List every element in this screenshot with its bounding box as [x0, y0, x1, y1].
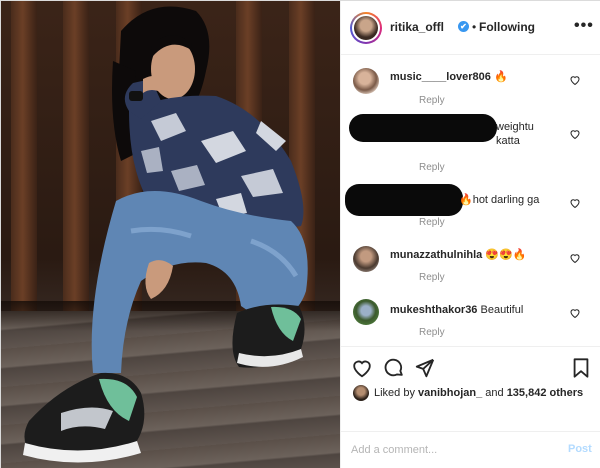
heart-icon[interactable] — [351, 357, 373, 379]
commenter-avatar[interactable] — [353, 246, 379, 272]
comment-like-heart-icon[interactable] — [569, 307, 581, 319]
post-action-bar — [341, 346, 600, 384]
profile-username[interactable]: ritika_offl — [390, 20, 444, 34]
likes-summary: Liked by vanibhojan_ and 135,842 others — [353, 385, 598, 401]
following-button[interactable]: Following — [479, 20, 535, 34]
comments-list: music____lover806 🔥 Reply weightu katta … — [341, 56, 600, 341]
commenter-avatar[interactable] — [353, 68, 379, 94]
comment-text: mukeshthakor36 Beautiful — [390, 303, 523, 317]
reply-button[interactable]: Reply — [419, 272, 445, 283]
redacted-username-bar — [345, 184, 463, 216]
liker-avatar[interactable] — [353, 385, 369, 401]
posing-woman-figure — [23, 6, 308, 463]
post-side-panel: ritika_offl ✔ • Following ••• music____l… — [340, 1, 600, 468]
comment-like-heart-icon[interactable] — [569, 252, 581, 264]
instagram-post: ritika_offl ✔ • Following ••• music____l… — [0, 0, 600, 468]
commenter-avatar[interactable] — [353, 299, 379, 325]
likes-connector: and — [482, 387, 507, 399]
comment-username[interactable]: munazzathulnihla — [390, 249, 482, 261]
comment-like-heart-icon[interactable] — [569, 197, 581, 209]
profile-avatar[interactable] — [350, 12, 382, 44]
comment-text: music____lover806 🔥 — [390, 70, 508, 84]
post-header: ritika_offl ✔ • Following ••• — [341, 1, 600, 55]
more-options-icon[interactable]: ••• — [574, 17, 594, 35]
comment-input[interactable] — [351, 440, 551, 460]
redacted-username-bar — [349, 114, 497, 142]
comment-icon[interactable] — [383, 357, 405, 379]
comment-body: 🔥hot darling ga — [459, 194, 540, 206]
comment-body: 😍😍🔥 — [482, 249, 527, 261]
verified-badge-icon: ✔ — [458, 21, 469, 32]
comment-like-heart-icon[interactable] — [569, 128, 581, 140]
reply-button[interactable]: Reply — [419, 162, 445, 173]
post-photo[interactable] — [1, 1, 340, 468]
comment-like-heart-icon[interactable] — [569, 74, 581, 86]
reply-button[interactable]: Reply — [419, 327, 445, 338]
share-icon[interactable] — [414, 357, 436, 379]
bookmark-icon[interactable] — [570, 357, 592, 379]
comment-username[interactable]: mukeshthakor36 — [390, 304, 477, 316]
post-comment-button[interactable]: Post — [568, 443, 592, 455]
reply-button[interactable]: Reply — [419, 217, 445, 228]
comment-body: Beautiful — [477, 304, 524, 316]
reply-button[interactable]: Reply — [419, 95, 445, 106]
likes-count[interactable]: 135,842 others — [507, 387, 583, 399]
likes-prefix: Liked by — [374, 387, 419, 399]
comment-text: munazzathulnihla 😍😍🔥 — [390, 248, 526, 262]
comment-body: weightu katta — [496, 121, 534, 147]
comment-username[interactable]: music____lover806 — [390, 71, 491, 83]
header-separator: • — [472, 20, 477, 34]
add-comment-bar: Post — [341, 431, 600, 468]
liker-username[interactable]: vanibhojan_ — [418, 387, 482, 399]
comment-body: 🔥 — [490, 71, 508, 83]
likes-text: Liked by vanibhojan_ and 135,842 others — [374, 387, 583, 399]
